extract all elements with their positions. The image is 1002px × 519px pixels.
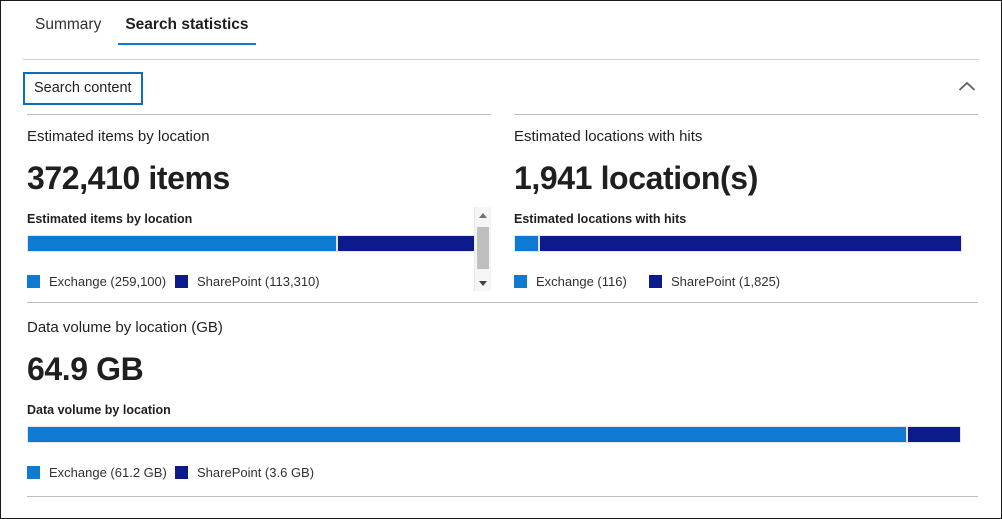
tab-summary[interactable]: Summary xyxy=(23,1,113,45)
legend-item-sharepoint[interactable]: SharePoint (113,310) xyxy=(175,273,320,290)
divider-right-column-top xyxy=(514,114,978,115)
legend-label-exchange: Exchange (259,100) xyxy=(49,273,166,290)
collapse-section-button[interactable] xyxy=(951,73,983,99)
chart-label-locations: Estimated locations with hits xyxy=(514,211,978,227)
panel-value-data-volume: 64.9 GB xyxy=(27,349,978,389)
divider-between-rows xyxy=(27,302,978,303)
legend-item-sharepoint[interactable]: SharePoint (3.6 GB) xyxy=(175,464,314,481)
stacked-bar-locations xyxy=(514,235,962,252)
tab-bar: Summary Search statistics xyxy=(1,1,1001,53)
legend-item-exchange[interactable]: Exchange (116) xyxy=(514,273,649,290)
search-statistics-panel: Summary Search statistics Search content… xyxy=(0,0,1002,519)
chart-label-data-volume: Data volume by location xyxy=(27,402,978,418)
legend-label-exchange: Exchange (116) xyxy=(536,273,627,290)
divider-left-column-top xyxy=(27,114,491,115)
bar-segment-sharepoint xyxy=(539,235,962,252)
legend-swatch-sharepoint xyxy=(175,466,188,479)
bar-segment-sharepoint xyxy=(337,235,487,252)
panel-estimated-locations-with-hits: Estimated locations with hits 1,941 loca… xyxy=(514,127,978,290)
legend-label-sharepoint: SharePoint (3.6 GB) xyxy=(197,464,314,481)
divider-bottom xyxy=(27,496,978,497)
legend-label-exchange: Exchange (61.2 GB) xyxy=(49,464,167,481)
search-content-row: Search content xyxy=(1,63,1001,109)
panel-data-volume-by-location: Data volume by location (GB) 64.9 GB Dat… xyxy=(27,318,978,481)
tab-search-statistics[interactable]: Search statistics xyxy=(113,1,260,45)
panel-value-locations: 1,941 location(s) xyxy=(514,158,978,198)
divider-under-tabs xyxy=(23,59,979,60)
scrollbar-thumb[interactable] xyxy=(477,227,489,269)
legend-swatch-exchange xyxy=(514,275,527,288)
bar-segment-exchange xyxy=(27,235,337,252)
legend-locations: Exchange (116) SharePoint (1,825) xyxy=(514,273,978,290)
chevron-up-icon xyxy=(958,81,976,92)
panel-value-items: 372,410 items xyxy=(27,158,491,198)
panel-estimated-items-by-location: Estimated items by location 372,410 item… xyxy=(27,127,491,290)
legend-item-exchange[interactable]: Exchange (61.2 GB) xyxy=(27,464,175,481)
legend-swatch-sharepoint xyxy=(175,275,188,288)
legend-swatch-sharepoint xyxy=(649,275,662,288)
panel-title-data-volume: Data volume by location (GB) xyxy=(27,318,978,338)
stacked-bar-data-volume xyxy=(27,426,961,443)
stacked-bar-items xyxy=(27,235,487,252)
legend-label-sharepoint: SharePoint (113,310) xyxy=(197,273,320,290)
legend-item-sharepoint[interactable]: SharePoint (1,825) xyxy=(649,273,780,290)
scrollbar-down-arrow[interactable] xyxy=(475,275,491,291)
caret-up-icon xyxy=(479,213,487,218)
legend-swatch-exchange xyxy=(27,275,40,288)
scrollbar-up-arrow[interactable] xyxy=(475,207,491,223)
bar-segment-sharepoint xyxy=(907,426,961,443)
search-content-button[interactable]: Search content xyxy=(23,72,143,105)
tab-summary-label: Summary xyxy=(35,16,101,33)
bar-segment-exchange xyxy=(514,235,539,252)
legend-swatch-exchange xyxy=(27,466,40,479)
legend-label-sharepoint: SharePoint (1,825) xyxy=(671,273,780,290)
chart-vertical-scrollbar[interactable] xyxy=(474,207,491,291)
caret-down-icon xyxy=(479,281,487,286)
legend-items: Exchange (259,100) SharePoint (113,310) xyxy=(27,273,491,290)
chart-label-items: Estimated items by location xyxy=(27,211,491,227)
panel-title-items: Estimated items by location xyxy=(27,127,491,147)
tab-search-statistics-label: Search statistics xyxy=(125,16,248,33)
legend-data-volume: Exchange (61.2 GB) SharePoint (3.6 GB) xyxy=(27,464,978,481)
bar-segment-exchange xyxy=(27,426,907,443)
legend-item-exchange[interactable]: Exchange (259,100) xyxy=(27,273,175,290)
panel-title-locations: Estimated locations with hits xyxy=(514,127,978,147)
